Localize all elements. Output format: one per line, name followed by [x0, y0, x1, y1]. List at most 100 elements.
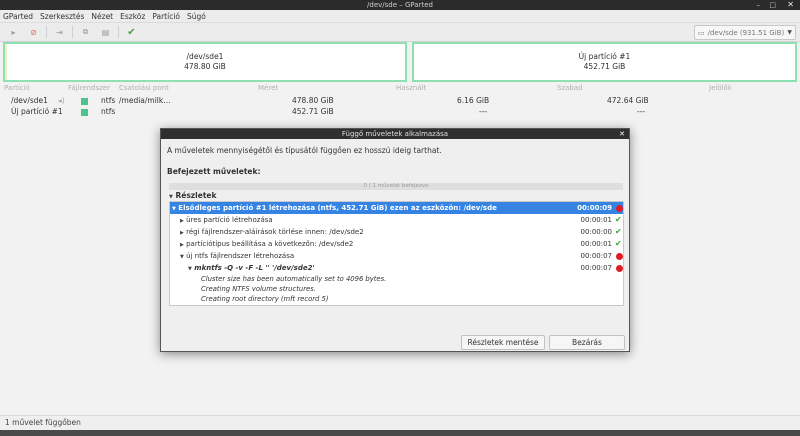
details-tree[interactable]: ▼ Elsődleges partíció #1 létrehozása (nt…	[169, 201, 624, 306]
error-icon	[616, 265, 623, 272]
column-used[interactable]: Használt	[396, 84, 426, 92]
minimize-icon[interactable]: –	[757, 0, 761, 10]
expander-arrow-icon: ▼	[169, 194, 173, 200]
expander-arrow-icon: ▼	[172, 206, 176, 212]
menubar: GParted Szerkesztés Nézet Eszköz Partíci…	[0, 10, 800, 23]
command-output-line: Creating root directory (mft record 5)	[201, 295, 329, 303]
error-icon	[616, 253, 623, 260]
row-mountpoint: /media/milk…	[119, 96, 171, 105]
ntfs-swatch	[81, 98, 88, 105]
diskmap-partition-size: 478.80 GiB	[184, 62, 226, 71]
menu-partition[interactable]: Partíció	[152, 12, 180, 21]
operation-time: 00:00:07	[580, 252, 612, 260]
row-size: 478.80 GiB	[292, 96, 334, 105]
copy-icon[interactable]: ⧉	[78, 25, 93, 40]
status-bar: 1 művelet függőben	[0, 415, 800, 430]
dialog-message: A műveletek mennyiségétől és típusától f…	[167, 146, 442, 155]
device-selector-label: /dev/sde (931.51 GiB)	[707, 28, 785, 37]
column-free[interactable]: Szabad	[557, 84, 583, 92]
window-title: /dev/sde – GParted	[367, 1, 433, 9]
list-item[interactable]: ▶ üres partíció létrehozása 00:00:01 ✔	[170, 214, 623, 226]
row-partition: Új partíció #1	[11, 107, 63, 116]
operation-text: partíciótípus beállítása a következőn: /…	[186, 240, 354, 248]
command-output-line: Creating NTFS volume structures.	[201, 285, 316, 293]
close-icon[interactable]: ✕	[787, 0, 794, 10]
operation-text: Elsődleges partíció #1 létrehozása (ntfs…	[178, 204, 497, 212]
column-mountpoint[interactable]: Csatolási pont	[119, 84, 169, 92]
list-item[interactable]: ▶ régi fájlrendszer-aláírások törlése in…	[170, 226, 623, 238]
expander-arrow-icon: ▶	[180, 242, 184, 248]
success-check-icon: ✔	[615, 227, 622, 236]
dialog-title: Függő műveletek alkalmazása	[341, 130, 449, 138]
toolbar: ▸ ⊘ ⇥ ⧉ ▤ ✔ ▭ /dev/sde (931.51 GiB) ▼	[0, 23, 800, 42]
menu-view[interactable]: Nézet	[91, 12, 113, 21]
apply-operations-dialog: Függő műveletek alkalmazása ✕ A művelete…	[160, 128, 630, 352]
diskmap-partition-size: 452.71 GiB	[583, 62, 626, 71]
desktop-panel	[0, 430, 800, 436]
operation-time: 00:00:09	[577, 204, 612, 212]
column-size[interactable]: Méret	[258, 84, 278, 92]
success-check-icon: ✔	[615, 239, 622, 248]
operation-time: 00:00:01	[580, 240, 612, 248]
paste-icon[interactable]: ▤	[98, 25, 113, 40]
row-free: 472.64 GiB	[607, 96, 649, 105]
command-output-line: Cluster size has been automatically set …	[201, 275, 387, 283]
list-item[interactable]: ▼ új ntfs fájlrendszer létrehozása 00:00…	[170, 250, 623, 262]
column-filesystem[interactable]: Fájlrendszer	[68, 84, 110, 92]
resize-move-icon[interactable]: ⇥	[52, 25, 67, 40]
status-text: 1 művelet függőben	[5, 418, 81, 427]
success-check-icon: ✔	[615, 215, 622, 224]
dialog-close-icon[interactable]: ✕	[619, 129, 625, 139]
disk-map: /dev/sde1 478.80 GiB Új partíció #1 452.…	[3, 42, 797, 83]
operation-time: 00:00:00	[580, 228, 612, 236]
diskmap-partition-name: Új partíció #1	[578, 52, 631, 61]
disk-icon: ▭	[698, 28, 705, 37]
new-partition-icon[interactable]: ▸	[6, 25, 21, 40]
apply-icon[interactable]: ✔	[124, 25, 139, 40]
operation-command: mkntfs -Q -v -F -L '' '/dev/sde2'	[194, 264, 315, 272]
table-row[interactable]: Új partíció #1 ntfs 452.71 GiB --- ---	[0, 107, 800, 118]
row-used: 6.16 GiB	[457, 96, 490, 105]
diskmap-partition-sde1[interactable]: /dev/sde1 478.80 GiB	[3, 42, 407, 82]
details-label: Részletek	[175, 191, 217, 200]
delete-icon[interactable]: ⊘	[26, 25, 41, 40]
close-button[interactable]: Bezárás	[549, 335, 625, 350]
partition-table-header: Partíció Fájlrendszer Csatolási pont Mér…	[0, 84, 800, 95]
device-selector[interactable]: ▭ /dev/sde (931.51 GiB) ▼	[694, 25, 796, 40]
list-item[interactable]: ▶ partíciótípus beállítása a következőn:…	[170, 238, 623, 250]
operation-text: régi fájlrendszer-aláírások törlése inne…	[186, 228, 364, 236]
menu-help[interactable]: Súgó	[187, 12, 206, 21]
operation-text: új ntfs fájlrendszer létrehozása	[186, 252, 295, 260]
expander-arrow-icon: ▶	[180, 218, 184, 224]
progress-text: 0 / 1 művelet befejezve	[363, 183, 429, 189]
menu-device[interactable]: Eszköz	[120, 12, 145, 21]
column-flags[interactable]: Jelölők	[709, 84, 732, 92]
list-item[interactable]: ▼ mkntfs -Q -v -F -L '' '/dev/sde2' 00:0…	[170, 262, 623, 274]
window-titlebar: /dev/sde – GParted – □ ✕	[0, 0, 800, 10]
maximize-icon[interactable]: □	[769, 0, 776, 10]
operations-progress-bar: 0 / 1 művelet befejezve	[169, 183, 623, 190]
expander-arrow-icon: ▶	[180, 230, 184, 236]
details-expander[interactable]: ▼ Részletek	[169, 191, 217, 200]
row-used: ---	[479, 107, 488, 116]
dialog-titlebar: Függő műveletek alkalmazása ✕	[161, 129, 629, 139]
toolbar-separator	[72, 26, 73, 38]
diskmap-partition-new[interactable]: Új partíció #1 452.71 GiB	[412, 42, 797, 82]
save-details-button[interactable]: Részletek mentése	[461, 335, 545, 350]
error-icon	[616, 205, 623, 212]
operation-time: 00:00:07	[580, 264, 612, 272]
menu-gparted[interactable]: GParted	[3, 12, 33, 21]
expander-arrow-icon: ▼	[188, 266, 192, 272]
table-row[interactable]: /dev/sde1 ◂) ntfs /media/milk… 478.80 Gi…	[0, 96, 800, 107]
menu-edit[interactable]: Szerkesztés	[40, 12, 84, 21]
chevron-down-icon: ▼	[787, 29, 792, 36]
operation-time: 00:00:01	[580, 216, 612, 224]
row-filesystem: ntfs	[101, 107, 116, 116]
toolbar-separator	[46, 26, 47, 38]
toolbar-separator	[118, 26, 119, 38]
column-partition[interactable]: Partíció	[4, 84, 30, 92]
row-filesystem: ntfs	[101, 96, 116, 105]
row-free: ---	[637, 107, 646, 116]
list-item[interactable]: ▼ Elsődleges partíció #1 létrehozása (nt…	[170, 202, 623, 214]
ntfs-swatch	[81, 109, 88, 116]
